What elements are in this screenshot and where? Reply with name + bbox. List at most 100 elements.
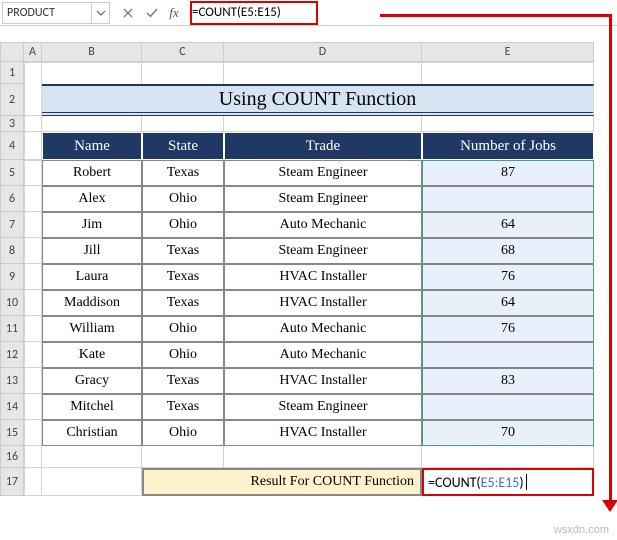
cell-A10[interactable] [24,290,42,316]
cell-A12[interactable] [24,342,42,368]
cell-trade-11[interactable]: Auto Mechanic [224,316,422,342]
cell-state-7[interactable]: Ohio [142,212,224,238]
cell-name-7[interactable]: Jim [42,212,142,238]
cell-A3[interactable] [24,116,42,132]
cell-jobs-10[interactable]: 64 [422,290,594,316]
cell-state-15[interactable]: Ohio [142,420,224,446]
header-state[interactable]: State [142,132,224,160]
row-header-7[interactable]: 7 [0,212,24,238]
cell-state-5[interactable]: Texas [142,160,224,186]
col-header-D[interactable]: D [224,42,422,62]
col-header-E[interactable]: E [422,42,594,62]
col-header-A[interactable]: A [24,42,42,62]
cell-trade-6[interactable]: Steam Engineer [224,186,422,212]
row-header-8[interactable]: 8 [0,238,24,264]
cell-trade-7[interactable]: Auto Mechanic [224,212,422,238]
cell-state-10[interactable]: Texas [142,290,224,316]
cell-trade-10[interactable]: HVAC Installer [224,290,422,316]
cell-jobs-9[interactable]: 76 [422,264,594,290]
cell-state-12[interactable]: Ohio [142,342,224,368]
cell-A2[interactable] [24,84,42,116]
cell-name-11[interactable]: William [42,316,142,342]
cell-trade-8[interactable]: Steam Engineer [224,238,422,264]
cell-jobs-12[interactable] [422,342,594,368]
cancel-button[interactable] [116,2,140,24]
cell-name-5[interactable]: Robert [42,160,142,186]
cell-name-9[interactable]: Laura [42,264,142,290]
confirm-button[interactable] [140,2,164,24]
cell-A11[interactable] [24,316,42,342]
cell-trade-5[interactable]: Steam Engineer [224,160,422,186]
header-name[interactable]: Name [42,132,142,160]
cell-A9[interactable] [24,264,42,290]
fx-button[interactable]: fx [164,2,188,24]
cell-jobs-14[interactable] [422,394,594,420]
cell-jobs-15[interactable]: 70 [422,420,594,446]
cell-state-14[interactable]: Texas [142,394,224,420]
cell-jobs-7[interactable]: 64 [422,212,594,238]
cell-name-14[interactable]: Mitchel [42,394,142,420]
select-all-corner[interactable] [0,42,24,62]
cell-A7[interactable] [24,212,42,238]
cell-A6[interactable] [24,186,42,212]
cell-trade-9[interactable]: HVAC Installer [224,264,422,290]
row-header-11[interactable]: 11 [0,316,24,342]
cell-jobs-5[interactable]: 87 [422,160,594,186]
cell-A16[interactable] [24,446,42,468]
row-header-13[interactable]: 13 [0,368,24,394]
cell-B16[interactable] [42,446,142,468]
cell-name-12[interactable]: Kate [42,342,142,368]
header-trade[interactable]: Trade [224,132,422,160]
cell-state-11[interactable]: Ohio [142,316,224,342]
row-header-1[interactable]: 1 [0,62,24,84]
cell-state-8[interactable]: Texas [142,238,224,264]
cell-name-6[interactable]: Alex [42,186,142,212]
cell-A8[interactable] [24,238,42,264]
cell-trade-12[interactable]: Auto Mechanic [224,342,422,368]
row-header-16[interactable]: 16 [0,446,24,468]
row-header-15[interactable]: 15 [0,420,24,446]
row-header-4[interactable]: 4 [0,132,24,160]
cell-state-9[interactable]: Texas [142,264,224,290]
cell-A4[interactable] [24,132,42,160]
row-header-3[interactable]: 3 [0,116,24,132]
cell-D16[interactable] [224,446,422,468]
cell-E16[interactable] [422,446,594,468]
cell-C3[interactable] [142,116,224,132]
cell-B17[interactable] [42,468,142,496]
row-header-9[interactable]: 9 [0,264,24,290]
cell-E3[interactable] [422,116,594,132]
cell-trade-13[interactable]: HVAC Installer [224,368,422,394]
result-label-cell[interactable]: Result For COUNT Function [142,468,422,496]
cell-A17[interactable] [24,468,42,496]
row-header-17[interactable]: 17 [0,468,24,496]
cell-jobs-6[interactable] [422,186,594,212]
col-header-C[interactable]: C [142,42,224,62]
cell-name-15[interactable]: Christian [42,420,142,446]
header-jobs[interactable]: Number of Jobs [422,132,594,160]
cell-A5[interactable] [24,160,42,186]
cell-A14[interactable] [24,394,42,420]
cell-D3[interactable] [224,116,422,132]
cell-jobs-8[interactable]: 68 [422,238,594,264]
row-header-6[interactable]: 6 [0,186,24,212]
cell-trade-14[interactable]: Steam Engineer [224,394,422,420]
cell-C16[interactable] [142,446,224,468]
title-cell[interactable]: Using COUNT Function [42,84,594,116]
formula-input[interactable]: =COUNT(E5:E15) [188,2,617,24]
row-header-5[interactable]: 5 [0,160,24,186]
cell-jobs-13[interactable]: 83 [422,368,594,394]
row-header-2[interactable]: 2 [0,84,24,116]
cell-trade-15[interactable]: HVAC Installer [224,420,422,446]
cell-state-13[interactable]: Texas [142,368,224,394]
cell-jobs-11[interactable]: 76 [422,316,594,342]
row-header-12[interactable]: 12 [0,342,24,368]
name-box[interactable]: PRODUCT [2,2,92,24]
cell-name-8[interactable]: Jill [42,238,142,264]
row-header-10[interactable]: 10 [0,290,24,316]
cell-B3[interactable] [42,116,142,132]
result-formula-cell[interactable]: =COUNT(E5:E15) [422,468,594,496]
name-box-dropdown[interactable] [92,2,110,24]
row-header-14[interactable]: 14 [0,394,24,420]
cell-state-6[interactable]: Ohio [142,186,224,212]
